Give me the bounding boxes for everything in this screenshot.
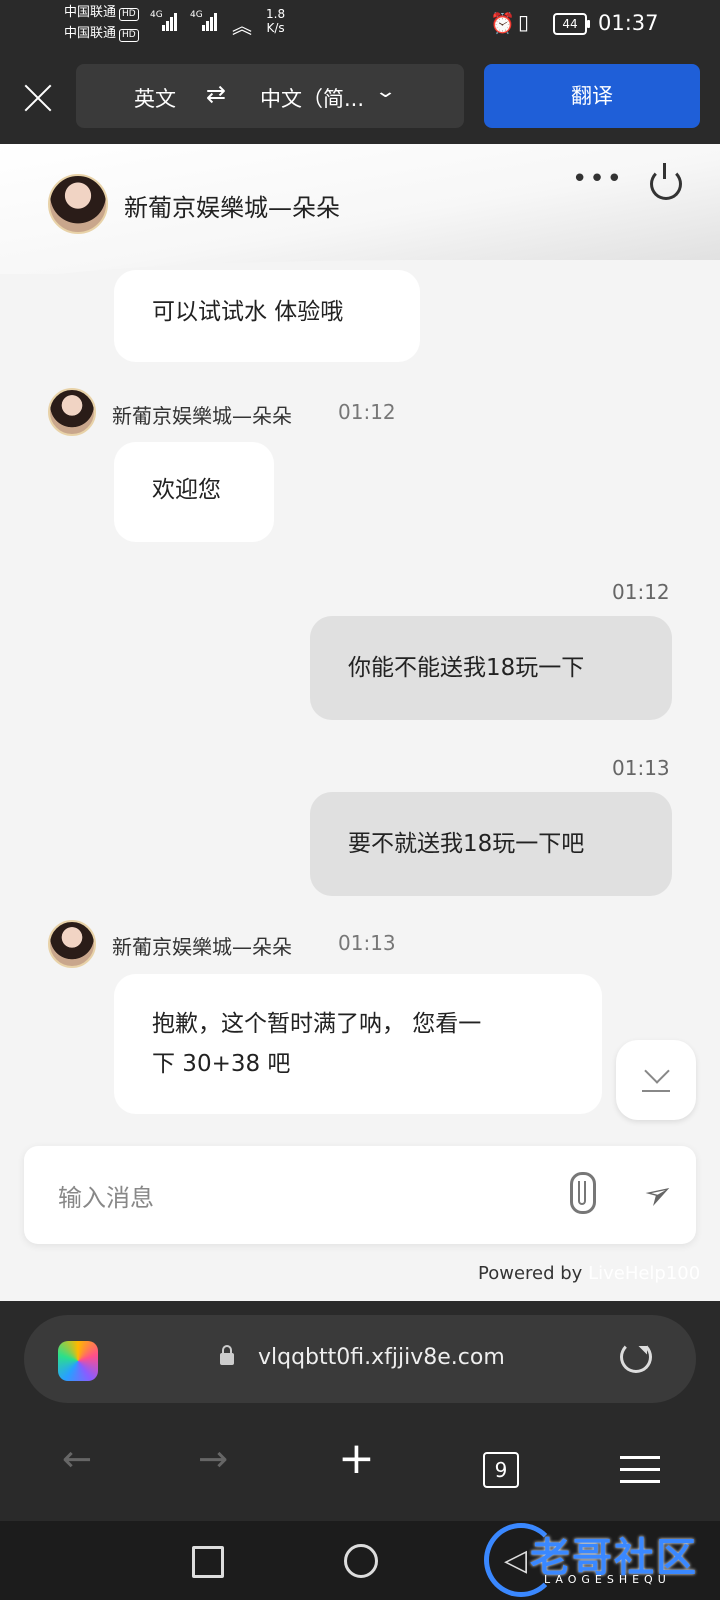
status-time: 01:37	[598, 11, 659, 35]
signal-icon-2	[202, 12, 218, 31]
agent-avatar	[48, 174, 108, 234]
send-icon[interactable]: ➢	[636, 1170, 681, 1219]
message-time: 01:12	[612, 580, 670, 604]
source-language[interactable]: 英文	[134, 83, 176, 113]
message-time: 01:13	[338, 931, 396, 955]
translate-button[interactable]: 翻译	[484, 64, 700, 128]
carrier-2: 中国联通 HD	[64, 27, 139, 42]
home-icon[interactable]	[344, 1544, 378, 1578]
scroll-to-bottom-button[interactable]	[616, 1040, 696, 1120]
wifi-icon: ︽	[232, 14, 252, 38]
message-input[interactable]: 输入消息	[58, 1178, 154, 1213]
sender-avatar	[48, 920, 96, 968]
net-type-2: 4G	[190, 10, 203, 20]
recents-icon[interactable]	[192, 1546, 224, 1578]
power-icon[interactable]	[650, 163, 682, 200]
message-bubble: 抱歉，这个暂时满了呐， 您看一 下 30+38 吧	[114, 974, 602, 1114]
chevron-down-icon	[644, 1058, 670, 1084]
close-icon[interactable]	[22, 82, 54, 114]
language-selector[interactable]: 英文 ⇄ 中文（简... ⌄	[76, 64, 464, 128]
alarm-icon: ⏰	[490, 11, 515, 35]
powered-by-brand[interactable]: LiveHelp100	[588, 1263, 700, 1284]
carrier-1: 中国联通 HD	[64, 6, 139, 21]
lock-icon	[220, 1345, 234, 1365]
url-text[interactable]: vlqqbtt0fi.xfjjiv8e.com	[258, 1345, 505, 1370]
scroll-bottom-line	[642, 1090, 670, 1092]
message-text: 你能不能送我18玩一下	[348, 655, 585, 681]
more-options-icon[interactable]: •••	[572, 164, 624, 194]
message-bubble: 可以试试水 体验哦	[114, 270, 420, 362]
sender-avatar	[48, 388, 96, 436]
message-text: 抱歉，这个暂时满了呐， 您看一	[152, 1011, 482, 1037]
copilot-icon[interactable]	[58, 1341, 98, 1381]
tab-count-button[interactable]: 9	[483, 1452, 519, 1488]
message-text: 要不就送我18玩一下吧	[348, 831, 585, 857]
status-bar: 中国联通 HD 中国联通 HD 4G 4G ︽ 1.8 K/s ⏰ ▯ 44 01:3…	[0, 0, 720, 52]
message-bubble: 欢迎您	[114, 442, 274, 542]
chat-header: 新葡京娱樂城—朵朵 •••	[0, 144, 720, 288]
attachment-icon[interactable]	[570, 1172, 596, 1214]
watermark-subtitle: LAOGESHEQU	[544, 1573, 671, 1586]
message-text: 下 30+38 吧	[152, 1051, 291, 1077]
vibrate-icon: ▯	[518, 10, 530, 34]
new-tab-icon[interactable]: +	[338, 1433, 375, 1484]
message-text: 欢迎您	[152, 477, 221, 503]
net-speed: 1.8 K/s	[266, 7, 286, 35]
message-input-box[interactable]: 输入消息 ➢	[24, 1146, 696, 1244]
reload-icon[interactable]	[620, 1341, 652, 1373]
swap-languages-icon[interactable]: ⇄	[206, 80, 226, 108]
sender-name: 新葡京娱樂城—朵朵	[112, 404, 292, 428]
signal-icon	[162, 12, 178, 31]
browser-bar: vlqqbtt0fi.xfjjiv8e.com ← → + 9	[0, 1301, 720, 1521]
message-text: 可以试试水 体验哦	[152, 299, 344, 325]
target-language[interactable]: 中文（简...	[260, 83, 364, 113]
chevron-down-icon[interactable]: ⌄	[374, 81, 397, 102]
watermark-logo: 老哥社区 LAOGESHEQU	[484, 1521, 710, 1597]
translate-bar: 英文 ⇄ 中文（简... ⌄ 翻译	[0, 52, 720, 144]
back-arrow-icon[interactable]: ←	[62, 1439, 92, 1480]
message-time: 01:12	[338, 400, 396, 424]
message-time: 01:13	[612, 756, 670, 780]
sender-name: 新葡京娱樂城—朵朵	[112, 935, 292, 959]
address-bar[interactable]: vlqqbtt0fi.xfjjiv8e.com	[24, 1315, 696, 1403]
chat-title: 新葡京娱樂城—朵朵	[124, 194, 340, 222]
message-bubble-outgoing: 要不就送我18玩一下吧	[310, 792, 672, 896]
menu-icon[interactable]	[620, 1456, 660, 1492]
battery-icon: 44	[553, 13, 590, 35]
forward-arrow-icon[interactable]: →	[198, 1439, 228, 1480]
message-bubble-outgoing: 你能不能送我18玩一下	[310, 616, 672, 720]
powered-by: Powered by LiveHelp100	[478, 1263, 701, 1284]
system-nav-bar: ◁ 老哥社区 LAOGESHEQU	[0, 1521, 720, 1600]
net-type-1: 4G	[150, 10, 163, 20]
